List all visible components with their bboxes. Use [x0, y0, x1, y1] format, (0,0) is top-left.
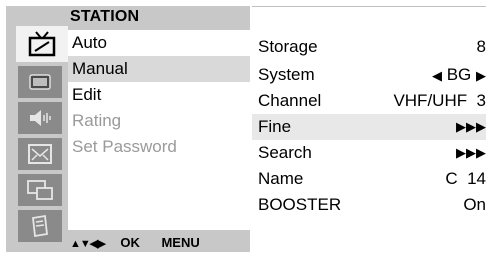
station-submenu: Auto Manual Edit Rating Set Password: [68, 30, 250, 230]
setting-row-storage[interactable]: Storage 8: [252, 34, 486, 60]
setting-value: On: [463, 195, 486, 214]
menu-item-auto[interactable]: Auto: [68, 30, 250, 56]
ok-hint: OK: [120, 235, 140, 250]
screen-icon[interactable]: [18, 66, 62, 98]
divider: [252, 6, 486, 7]
setting-row-name[interactable]: Name C 14: [252, 166, 486, 192]
setting-label: Channel: [258, 91, 322, 110]
setting-row-system[interactable]: System ◀ BG ▶: [252, 62, 486, 88]
setting-label: Search: [258, 143, 312, 162]
menu-item-rating[interactable]: Rating: [68, 108, 250, 134]
menu-item-set-password[interactable]: Set Password: [68, 134, 250, 160]
antenna-tv-icon[interactable]: [16, 26, 68, 62]
footer-hint: ▲▼◀▶ OK MENU: [70, 235, 200, 250]
search-arrows-icon: ▶▶▶: [456, 145, 486, 160]
menu-panel: STATION Auto Manual Edit Rating Set Pass…: [6, 6, 250, 252]
setting-label: BOOSTER: [258, 195, 342, 214]
setting-row-fine[interactable]: Fine ▶▶▶: [252, 114, 486, 140]
clock-screen-icon[interactable]: [18, 138, 62, 170]
speaker-icon[interactable]: [18, 102, 62, 134]
lock-icon[interactable]: [18, 210, 62, 242]
menu-hint: MENU: [161, 235, 200, 250]
setting-label: Storage: [258, 37, 318, 56]
menu-title: STATION: [70, 8, 140, 25]
fine-tune-arrows-icon: ▶▶▶: [456, 119, 486, 134]
arrow-right-icon[interactable]: ▶: [476, 68, 486, 83]
multi-window-icon[interactable]: [18, 174, 62, 206]
setting-row-channel[interactable]: Channel VHF/UHF 3: [252, 88, 486, 114]
setting-label: Name: [258, 169, 304, 188]
setting-value: VHF/UHF 3: [393, 91, 486, 110]
navigation-arrows-icon: ▲▼◀▶: [70, 238, 106, 250]
setting-value: 8: [476, 37, 486, 56]
setting-label: System: [258, 65, 315, 84]
setting-row-booster[interactable]: BOOSTER On: [252, 192, 486, 218]
settings-panel: Storage 8 System ◀ BG ▶ Channel VHF/UHF …: [252, 6, 486, 252]
setting-value: C 14: [445, 169, 486, 188]
arrow-left-icon[interactable]: ◀: [432, 68, 442, 83]
system-value: BG: [446, 65, 472, 84]
setting-row-search[interactable]: Search ▶▶▶: [252, 140, 486, 166]
setting-label: Fine: [258, 117, 292, 136]
menu-item-manual[interactable]: Manual: [68, 56, 250, 82]
setting-value: ◀ BG ▶: [432, 62, 486, 89]
menu-item-edit[interactable]: Edit: [68, 82, 250, 108]
